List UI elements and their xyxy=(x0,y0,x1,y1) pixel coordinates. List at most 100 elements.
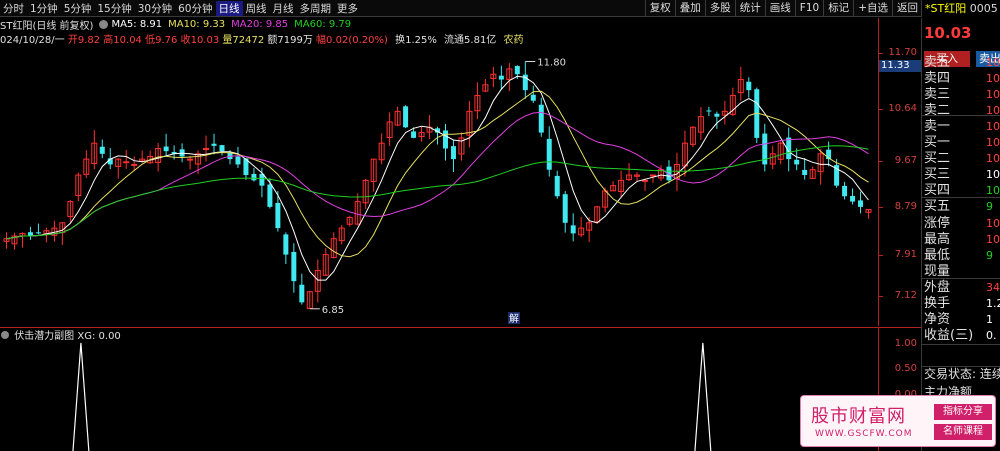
stock-code: 0005 xyxy=(969,2,998,15)
candle-body-down xyxy=(850,195,856,202)
period-tab[interactable]: 1分钟 xyxy=(27,1,61,16)
book-row-value: 34 xyxy=(986,281,1000,294)
toolbar-button[interactable]: 统计 xyxy=(734,0,765,17)
book-row-value: 10 xyxy=(986,72,1000,85)
book-row-label: 卖三 xyxy=(924,87,951,102)
candle-body-down xyxy=(450,146,456,160)
book-row-label: 外盘 xyxy=(924,280,951,295)
book-row-label: 收益(三) xyxy=(924,328,974,343)
book-row-label: 换手 xyxy=(924,296,951,311)
ma-value: MA10: 9.33 xyxy=(168,19,226,30)
stock-header: *ST红阳 0005 xyxy=(921,0,1000,17)
sub-indicator-chart[interactable] xyxy=(0,327,878,451)
ma-items: MA5: 8.91 MA10: 9.33 MA20: 9.85 MA60: 9.79 xyxy=(111,19,357,30)
candle-body-down xyxy=(538,104,544,133)
low-price-label: 6.85 xyxy=(322,305,344,316)
toolbar-button[interactable]: 复权 xyxy=(644,0,675,17)
candle-body-down xyxy=(706,110,712,112)
watermark-badge-course: 名师课程 xyxy=(934,424,992,440)
watermark-title: 股市财富网 xyxy=(811,406,906,427)
book-row-value: 9 xyxy=(986,200,993,213)
period-tab[interactable]: 30分钟 xyxy=(135,1,175,16)
book-row: 卖三 10 xyxy=(924,87,1000,103)
period-tab[interactable]: 更多 xyxy=(334,1,361,16)
book-row: 涨停 10 xyxy=(924,216,1000,232)
stock-name: *ST红阳 xyxy=(925,2,967,15)
period-tab[interactable]: 月线 xyxy=(270,1,297,16)
toolbar-button[interactable]: +自选 xyxy=(853,0,892,17)
order-book-panel: 10.03 买入 买入卖出卖五10卖四10卖三10卖二10卖一10买一10买二1… xyxy=(921,18,1000,451)
book-row: 外盘 34 xyxy=(924,280,1000,296)
candle-body-down xyxy=(842,185,848,197)
ma-value: MA20: 9.85 xyxy=(231,19,289,30)
book-divider xyxy=(922,197,1000,198)
book-row: 买二 10 xyxy=(924,151,1000,167)
sub-chart-title: 伏击潜力副图 XG: 0.00 xyxy=(0,327,121,342)
xg-signal-spike xyxy=(694,342,712,451)
period-tab[interactable]: 分时 xyxy=(0,1,27,16)
candle-body-down xyxy=(219,145,225,152)
book-row-label: 买四 xyxy=(924,183,951,198)
candle-body-down xyxy=(403,106,409,128)
period-tab[interactable]: 日线 xyxy=(215,0,243,16)
toolbar-button[interactable]: 画线 xyxy=(764,0,795,17)
settings-dot-icon[interactable] xyxy=(99,20,109,29)
price-tick-mark xyxy=(879,109,883,110)
period-tab[interactable]: 5分钟 xyxy=(61,1,95,16)
toolbar-button[interactable]: 叠加 xyxy=(674,0,705,17)
book-row: 买五 9 xyxy=(924,199,1000,215)
book-row-value: 0. xyxy=(986,329,997,342)
candle-body-down xyxy=(554,175,560,197)
book-row-label: 卖一 xyxy=(924,119,951,134)
current-price: 10.03 xyxy=(924,24,972,42)
candle-body-down xyxy=(562,194,568,223)
toolbar-button[interactable]: 返回 xyxy=(892,0,922,17)
book-row-label: 最低 xyxy=(924,248,951,263)
candle-body-up xyxy=(123,161,130,164)
xg-signal-spike xyxy=(72,342,90,451)
toolbar-button[interactable]: F10 xyxy=(794,0,823,17)
period-tab[interactable]: 多周期 xyxy=(297,1,335,16)
jie-label: 解 xyxy=(509,312,519,324)
book-row-value: 10 xyxy=(986,168,1000,181)
toolbar-button[interactable]: 标记 xyxy=(823,0,853,17)
ma-legend: ST红阳(日线 前复权) MA5: 8.91 MA10: 9.33 MA20: 9.… xyxy=(0,18,361,32)
candle-body-down xyxy=(235,156,241,165)
candle-body-down xyxy=(498,75,504,80)
candle-body-down xyxy=(35,232,41,234)
book-row-label: 买三 xyxy=(924,167,951,182)
book-row: 卖五 10 xyxy=(924,55,1000,71)
candle-body-down xyxy=(570,225,576,234)
candle-body-down xyxy=(275,202,281,229)
candle-body-down xyxy=(794,159,800,165)
chart-title: ST红阳(日线 前复权) xyxy=(0,21,94,32)
candle-body-down xyxy=(802,169,808,176)
watermark-url: WWW.GSCFW.COM xyxy=(815,429,913,439)
ma60-line xyxy=(6,145,869,240)
candlestick-chart[interactable]: 11.80 6.85 解 xyxy=(0,44,878,324)
candle-body-down xyxy=(251,173,257,181)
ohlc-info: 024/10/28/一 开9.82 高10.04 低9.76 收10.03 量7… xyxy=(0,31,524,46)
book-row: 卖二 10 xyxy=(924,103,1000,119)
period-tab[interactable]: 60分钟 xyxy=(175,1,215,16)
book-row-label: 买五 xyxy=(924,199,951,214)
sub-settings-icon[interactable] xyxy=(1,331,9,339)
period-tab[interactable]: 15分钟 xyxy=(94,1,134,16)
trade-status: 交易状态: 连续 xyxy=(924,367,1000,381)
book-row: 卖一 10 xyxy=(924,119,1000,135)
book-row-label: 涨停 xyxy=(924,216,951,231)
book-divider xyxy=(922,344,1000,345)
candle-body-up xyxy=(131,163,138,166)
candle-body-down xyxy=(411,131,417,138)
book-row-value: 10 xyxy=(986,88,1000,101)
book-row: 净资 1 xyxy=(924,312,1000,328)
period-tab[interactable]: 周线 xyxy=(243,1,270,16)
toolbar-button[interactable]: 多股 xyxy=(704,0,735,17)
candle-body-down xyxy=(546,138,552,170)
book-row-label: 卖五 xyxy=(924,55,951,70)
candle-body-up xyxy=(650,174,657,177)
price-tick-label: 8.79 xyxy=(894,201,917,212)
price-tick-label: 7.91 xyxy=(894,249,917,260)
book-row-value: 10 xyxy=(986,104,1000,117)
candle-body-down xyxy=(858,200,864,207)
